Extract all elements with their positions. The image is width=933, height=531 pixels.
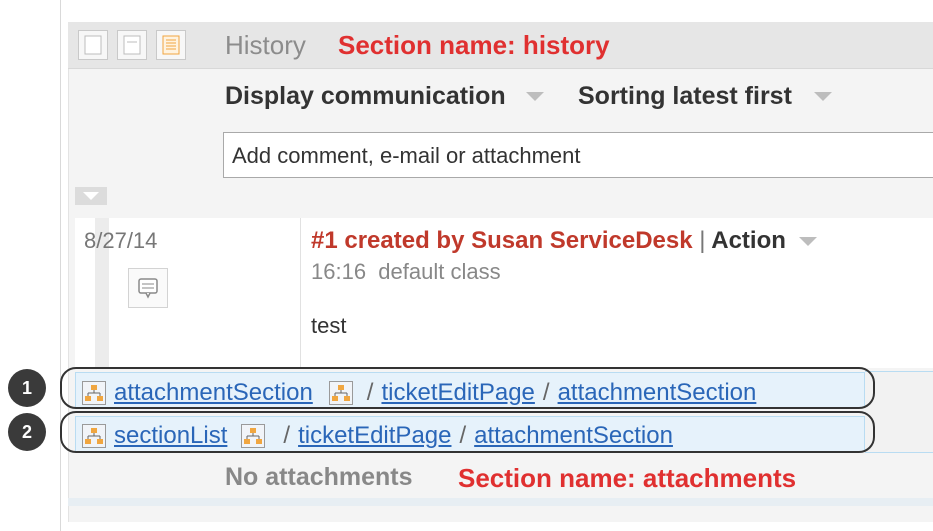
entry-date: 8/27/14 (84, 228, 158, 253)
caret-down-icon (798, 237, 817, 247)
section-rows-strip (865, 371, 933, 453)
comment-bubble-button[interactable] (128, 268, 168, 308)
callout-outline-2 (60, 411, 875, 453)
display-filter-dropdown[interactable]: Display communication (225, 81, 544, 111)
entry-title-line: #1 created by Susan ServiceDesk | Action (311, 226, 817, 256)
comment-bubble-icon (138, 278, 158, 299)
entry-meta: 16:16 default class (311, 258, 501, 286)
display-filter-label: Display communication (225, 82, 506, 110)
no-attachments-text: No attachments (225, 463, 413, 491)
attachments-section-note: Section name: attachments (458, 463, 797, 493)
view-compact-button[interactable] (78, 30, 108, 60)
history-section-note: Section name: history (338, 30, 610, 60)
entry-time: 16:16 (311, 259, 367, 284)
view-detail-button[interactable] (156, 30, 186, 60)
entry-body: test (311, 313, 347, 338)
panel-bottom-border (68, 498, 933, 506)
view-detail-icon (162, 35, 180, 55)
callout-badge-2: 2 (8, 413, 46, 451)
sorting-label: Sorting latest first (578, 82, 792, 110)
view-list-button[interactable] (117, 30, 147, 60)
entry-class: default class (378, 259, 501, 284)
collapse-button[interactable] (75, 187, 107, 205)
panel-frame-line (60, 0, 61, 531)
entry-divider (300, 218, 301, 368)
action-dropdown[interactable]: Action (711, 227, 786, 254)
view-list-icon (123, 35, 141, 55)
collapse-icon (83, 192, 99, 200)
caret-down-icon (525, 91, 544, 101)
callout-badge-1: 1 (8, 369, 46, 407)
sorting-dropdown[interactable]: Sorting latest first (578, 81, 832, 111)
history-title: History (225, 30, 306, 60)
comment-input-placeholder: Add comment, e-mail or attachment (232, 143, 581, 168)
view-compact-icon (84, 35, 102, 55)
caret-down-icon (813, 91, 832, 101)
callout-outline-1 (60, 367, 875, 409)
entry-separator: | (699, 227, 706, 254)
entry-title: #1 created by Susan ServiceDesk (311, 227, 693, 254)
